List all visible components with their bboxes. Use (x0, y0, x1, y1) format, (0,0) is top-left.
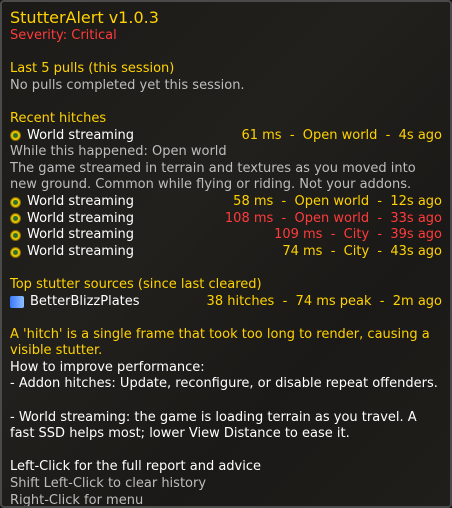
hitch-label: World streaming (27, 193, 135, 209)
addon-icon (10, 295, 24, 308)
top-sources-heading: Top stutter sources (since last cleared) (10, 276, 262, 292)
hitch-label: World streaming (27, 243, 135, 259)
hitch-row: World streaming 109 ms - City - 39s ago (10, 227, 442, 244)
hitch-label: World streaming (27, 210, 135, 226)
hitch-stats: 74 ms - City - 43s ago (282, 243, 442, 259)
hitch-row: World streaming 74 ms - City - 43s ago (10, 244, 442, 261)
world-tip: - World streaming: the game is loading t… (10, 409, 417, 442)
hitch-list: World streaming 58 ms - Open world - 12s … (10, 194, 442, 260)
source-label: BetterBlizzPlates (30, 293, 140, 309)
addon-tip: - Addon hitches: Update, reconfigure, or… (10, 376, 438, 392)
world-streaming-icon (10, 213, 21, 225)
source-row: BetterBlizzPlates 38 hitches - 74 ms peak… (10, 294, 442, 311)
left-click-hint: Left-Click for the full report and advic… (10, 459, 261, 475)
stutteralert-tooltip[interactable]: StutterAlert v1.0.3 Severity: Critical L… (0, 0, 452, 508)
hitch-row: World streaming 108 ms - Open world - 33s… (10, 211, 442, 228)
world-streaming-icon (10, 130, 21, 142)
addon-title: StutterAlert v1.0.3 (10, 8, 159, 27)
world-streaming-icon (10, 246, 21, 258)
last-pulls-message: No pulls completed yet this session. (10, 77, 245, 93)
severity-label: Severity: Critical (10, 28, 117, 43)
hitch-context: While this happened: Open world (10, 144, 227, 160)
hitch-row-first: World streaming 61 ms - Open world - 4s … (10, 128, 442, 145)
hitch-label: World streaming (27, 227, 135, 243)
last-pulls-heading: Last 5 pulls (this session) (10, 61, 175, 77)
world-streaming-icon (10, 229, 21, 241)
hitch-stats: 58 ms - Open world - 12s ago (233, 193, 442, 209)
shift-left-click-hint: Shift Left-Click to clear history (10, 476, 207, 492)
hitch-stats: 61 ms - Open world - 4s ago (241, 127, 442, 143)
source-stats: 38 hitches - 74 ms peak - 2m ago (206, 293, 442, 309)
recent-hitches-heading: Recent hitches (10, 110, 107, 126)
hitch-definition: A 'hitch' is a single frame that took to… (10, 326, 430, 359)
source-list: BetterBlizzPlates 38 hitches - 74 ms peak… (10, 294, 442, 311)
hitch-description: The game streamed in terrain and texture… (10, 160, 416, 193)
hitch-stats: 109 ms - City - 39s ago (274, 227, 442, 243)
hitch-row: World streaming 58 ms - Open world - 12s … (10, 194, 442, 211)
how-to-heading: How to improve performance: (10, 359, 205, 375)
right-click-hint: Right-Click for menu (10, 492, 144, 508)
hitch-label: World streaming (27, 127, 135, 143)
hitch-stats: 108 ms - Open world - 33s ago (224, 210, 442, 226)
world-streaming-icon (10, 196, 21, 208)
